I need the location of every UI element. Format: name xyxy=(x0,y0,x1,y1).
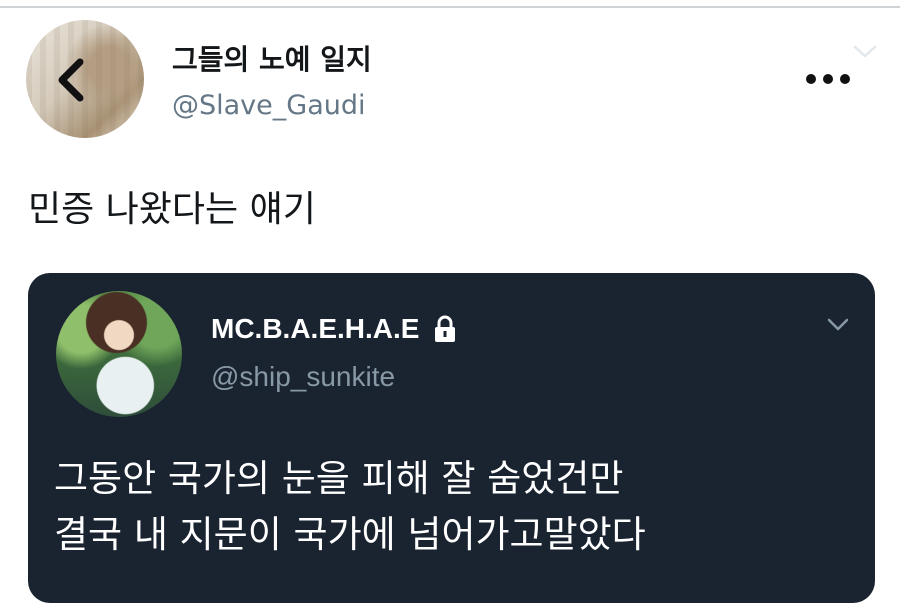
user-handle[interactable]: @Slave_Gaudi xyxy=(172,90,366,121)
quoted-user-handle[interactable]: @ship_sunkite xyxy=(211,361,395,393)
quoted-text-line: 결국 내 지문이 국가에 넘어가고말았다 xyxy=(54,513,646,556)
quoted-avatar[interactable] xyxy=(56,291,182,417)
lock-icon xyxy=(434,315,455,342)
chevron-down-icon[interactable] xyxy=(826,317,850,333)
tweet-text: 민증 나왔다는 얘기 xyxy=(28,189,316,230)
chevron-down-icon[interactable] xyxy=(852,44,878,60)
more-horizontal-icon[interactable] xyxy=(804,70,852,88)
quoted-text-line: 그동안 국가의 눈을 피해 잘 숨었건만 xyxy=(54,457,624,500)
quoted-tweet-text: 그동안 국가의 눈을 피해 잘 숨었건만 결국 내 지문이 국가에 넘어가고말았… xyxy=(54,451,864,563)
display-name[interactable]: 그들의 노예 일지 xyxy=(172,38,372,78)
quoted-tweet-card[interactable]: MC.B.A.E.H.A.E @ship_sunkite 그동안 국가의 눈을 … xyxy=(28,273,875,603)
chevron-left-icon[interactable] xyxy=(52,56,92,104)
quoted-display-name[interactable]: MC.B.A.E.H.A.E xyxy=(211,313,419,345)
tweet: 그들의 노예 일지 @Slave_Gaudi 민증 나왔다는 얘기 MC.B.A… xyxy=(0,0,900,603)
quoted-name-row: MC.B.A.E.H.A.E xyxy=(211,313,457,347)
